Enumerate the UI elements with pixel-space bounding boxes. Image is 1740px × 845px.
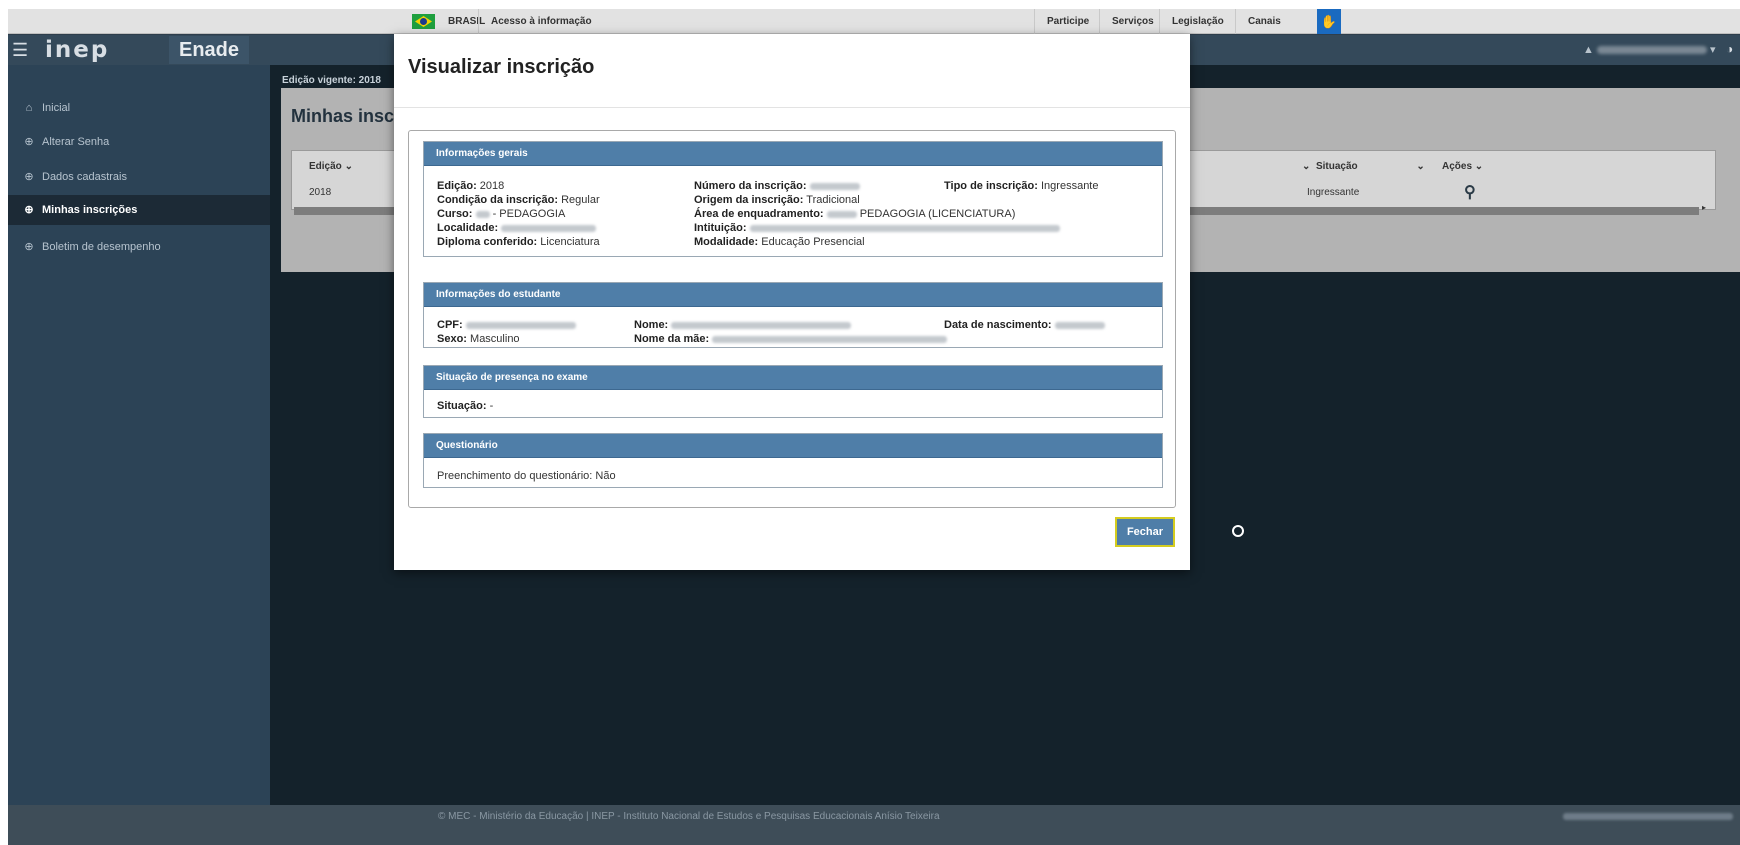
modal-body: Informações gerais Edição: 2018 Número d… bbox=[408, 130, 1176, 508]
field-preenchimento: Preenchimento do questionário: Não bbox=[437, 470, 616, 482]
column-header-edicao[interactable]: Edição ⌄ bbox=[309, 161, 353, 172]
govbar-servicos-link[interactable]: Serviços bbox=[1099, 9, 1166, 34]
section-questionario: Questionário Preenchimento do questionár… bbox=[423, 433, 1163, 488]
user-icon: ▲ bbox=[1583, 44, 1594, 56]
logout-icon[interactable]: ◑ bbox=[1726, 42, 1733, 56]
field-tipo-inscricao: Tipo de inscrição: Ingressante bbox=[944, 180, 1099, 192]
field-modalidade: Modalidade: Educação Presencial bbox=[694, 236, 865, 248]
visualizar-inscricao-modal: Visualizar inscrição Informações gerais … bbox=[394, 34, 1190, 570]
sidebar-item-label: Boletim de desempenho bbox=[42, 241, 161, 253]
field-nome: Nome: bbox=[634, 319, 852, 331]
govbar-legislacao-link[interactable]: Legislação bbox=[1159, 9, 1236, 34]
view-inscricao-search-icon[interactable]: ⚲ bbox=[1464, 182, 1476, 202]
column-header-acoes[interactable]: Ações ⌄ bbox=[1442, 161, 1483, 172]
user-menu[interactable]: ▲ ▾ bbox=[1583, 43, 1716, 56]
user-name-redacted bbox=[1596, 46, 1707, 55]
field-condicao: Condição da inscrição: Regular bbox=[437, 194, 600, 206]
field-nome-mae: Nome da mãe: bbox=[634, 333, 948, 345]
section-informacoes-estudante: Informações do estudante CPF: Nome: Data… bbox=[423, 282, 1163, 348]
app-title[interactable]: Enade bbox=[169, 36, 250, 64]
modal-title: Visualizar inscrição bbox=[408, 56, 595, 78]
brazil-flag-icon[interactable] bbox=[412, 14, 435, 29]
grid-cell-edicao: 2018 bbox=[309, 187, 332, 198]
footer-copyright: © MEC - Ministério da Educação | INEP - … bbox=[438, 811, 940, 822]
sidebar-item-inicial[interactable]: ⌂ Inicial bbox=[8, 93, 270, 123]
govbar-access-link[interactable]: Acesso à informação bbox=[478, 9, 604, 34]
scroll-right-arrow-icon[interactable]: ▸ bbox=[1702, 203, 1706, 212]
section-title: Questionário bbox=[424, 434, 1162, 458]
inep-logo: inep bbox=[45, 37, 110, 63]
circle-plus-icon: ⊕ bbox=[24, 241, 34, 253]
sidebar-item-label: Inicial bbox=[42, 102, 71, 114]
field-numero-inscricao: Número da inscrição: bbox=[694, 180, 860, 192]
sidebar-item-label: Alterar Senha bbox=[42, 136, 110, 148]
section-informacoes-gerais: Informações gerais Edição: 2018 Número d… bbox=[423, 141, 1163, 257]
sidebar-item-label: Minhas inscrições bbox=[42, 204, 138, 216]
edicao-vigente: Edição vigente: 2018 bbox=[282, 75, 381, 86]
column-header-situacao[interactable]: ⌄ Situação ⌄ bbox=[1302, 161, 1425, 172]
fechar-button[interactable]: Fechar bbox=[1115, 517, 1175, 547]
field-sexo: Sexo: Masculino bbox=[437, 333, 520, 345]
sidebar-item-minhas-inscricoes[interactable]: ⊕ Minhas inscrições bbox=[8, 195, 270, 225]
field-edicao: Edição: 2018 bbox=[437, 180, 505, 192]
sidebar-item-alterar-senha[interactable]: ⊕ Alterar Senha bbox=[8, 127, 270, 157]
circle-plus-icon: ⊕ bbox=[24, 204, 34, 216]
chevron-down-icon: ⌄ bbox=[1302, 161, 1311, 172]
footer: © MEC - Ministério da Educação | INEP - … bbox=[8, 805, 1740, 845]
field-situacao: Situação: - bbox=[437, 400, 494, 412]
section-title: Informações gerais bbox=[424, 142, 1162, 166]
chevron-down-icon: ⌄ bbox=[344, 161, 353, 172]
sidebar-item-label: Dados cadastrais bbox=[42, 171, 127, 183]
field-area: Área de enquadramento: PEDAGOGIA (LICENC… bbox=[694, 208, 1016, 220]
footer-version-redacted bbox=[1563, 811, 1733, 822]
field-data-nascimento: Data de nascimento: bbox=[944, 319, 1105, 331]
field-localidade: Localidade: bbox=[437, 222, 597, 234]
circle-plus-icon: ⊕ bbox=[24, 171, 34, 183]
section-title: Informações do estudante bbox=[424, 283, 1162, 307]
app-viewport: BRASIL Acesso à informação Participe Ser… bbox=[8, 9, 1740, 845]
sidebar: ⌂ Inicial ⊕ Alterar Senha ⊕ Dados cadastrai… bbox=[8, 65, 270, 805]
mouse-cursor-icon bbox=[1232, 525, 1244, 537]
sidebar-item-dados-cadastrais[interactable]: ⊕ Dados cadastrais bbox=[8, 162, 270, 192]
govbar-participe-link[interactable]: Participe bbox=[1034, 9, 1101, 34]
govbar-canais-link[interactable]: Canais bbox=[1235, 9, 1293, 34]
field-cpf: CPF: bbox=[437, 319, 576, 331]
accessibility-hand-icon[interactable]: ✋ bbox=[1317, 9, 1341, 34]
grid-cell-situacao: Ingressante bbox=[1307, 187, 1360, 198]
gov-bar: BRASIL Acesso à informação Participe Ser… bbox=[8, 9, 1740, 34]
chevron-down-icon: ⌄ bbox=[1474, 161, 1484, 172]
field-curso: Curso: - PEDAGOGIA bbox=[437, 208, 566, 220]
section-title: Situação de presença no exame bbox=[424, 366, 1162, 390]
section-situacao-presenca: Situação de presença no exame Situação: … bbox=[423, 365, 1163, 418]
field-origem: Origem da inscrição: Tradicional bbox=[694, 194, 860, 206]
field-diploma: Diploma conferido: Licenciatura bbox=[437, 236, 600, 248]
field-instituicao: Intituição: bbox=[694, 222, 1060, 234]
menu-icon[interactable]: ☰ bbox=[12, 41, 30, 59]
home-icon: ⌂ bbox=[25, 102, 33, 114]
sidebar-item-boletim[interactable]: ⊕ Boletim de desempenho bbox=[8, 232, 270, 262]
modal-header: Visualizar inscrição bbox=[394, 34, 1190, 108]
chevron-down-icon: ⌄ bbox=[1416, 161, 1425, 172]
circle-plus-icon: ⊕ bbox=[24, 136, 34, 148]
